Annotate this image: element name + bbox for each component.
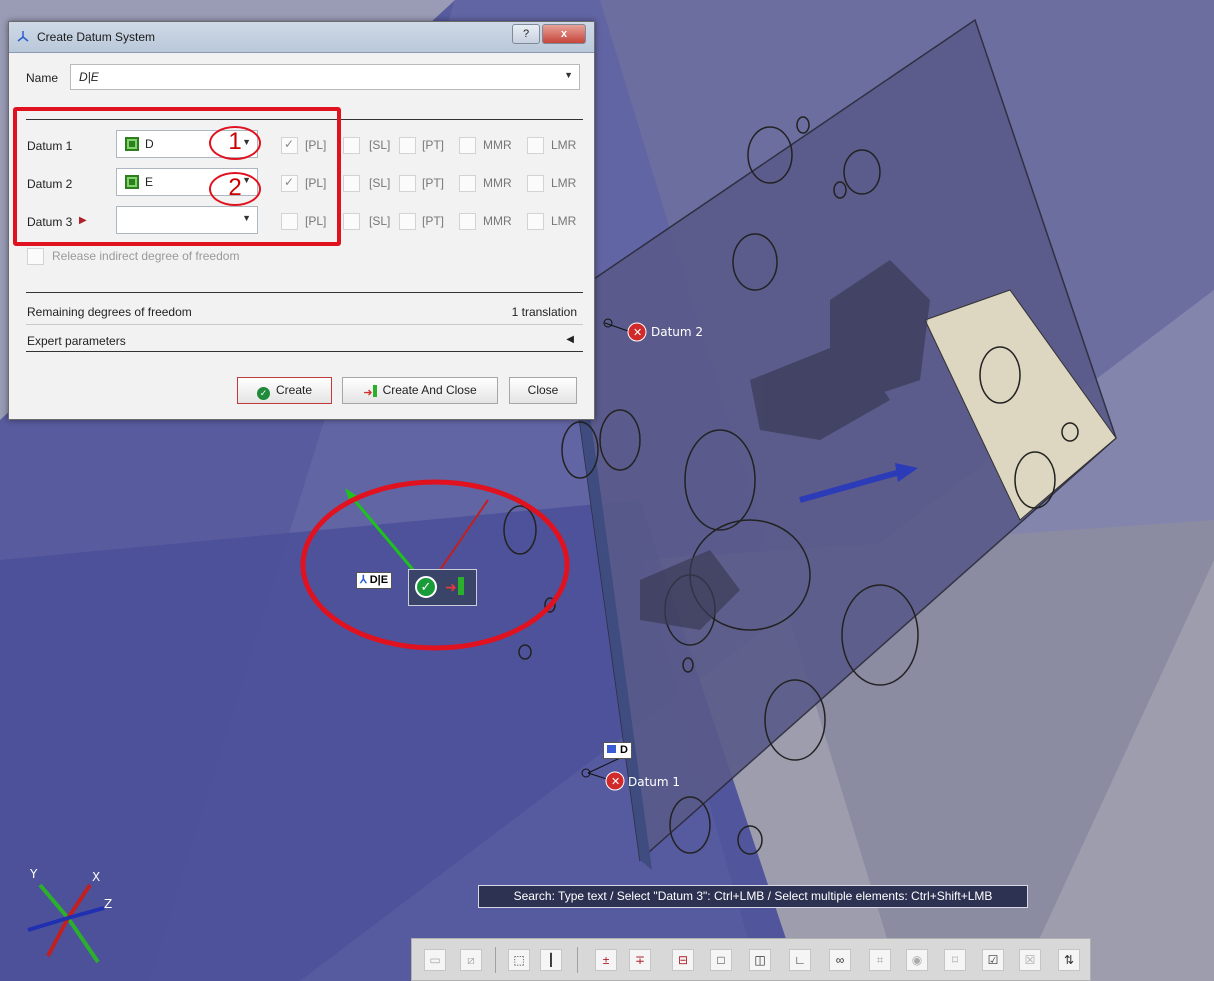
toolbar-separator (495, 947, 496, 973)
datum2-lmr-checkbox[interactable] (527, 175, 544, 192)
box-icon[interactable]: □ (710, 949, 732, 971)
divider (26, 324, 583, 325)
close-button[interactable]: Close (509, 377, 577, 404)
datum1-pt-checkbox[interactable] (399, 137, 416, 154)
datum2-pt-checkbox[interactable] (399, 175, 416, 192)
datum1-sl-checkbox[interactable] (343, 137, 360, 154)
help-button[interactable]: ? (512, 24, 540, 44)
annotation-number-2: 2 (209, 172, 261, 206)
link-icon[interactable]: ∞ (829, 949, 851, 971)
datum1-sl-label: [SL] (369, 138, 391, 152)
x-icon: ✕ (633, 327, 642, 339)
status-tooltip: Search: Type text / Select "Datum 3": Ct… (478, 885, 1028, 908)
axis-x-label: X (92, 870, 100, 884)
datum2-sl-checkbox[interactable] (343, 175, 360, 192)
split-icon[interactable]: ┃ (540, 949, 562, 971)
axis-z-label: Z (104, 897, 112, 911)
datum1-pt-label: [PT] (422, 138, 445, 152)
remaining-dof-value: 1 translation (511, 305, 577, 319)
collapse-arrow-icon[interactable]: ◀ (566, 334, 574, 345)
datum3-lmr-checkbox[interactable] (527, 213, 544, 230)
confirm-check-icon[interactable]: ✓ (415, 576, 437, 598)
frame-icon[interactable]: ▭ (424, 949, 446, 971)
datum3-mmr-label: MMR (483, 214, 512, 228)
close-window-button[interactable]: x (542, 24, 586, 44)
datum2-mmr-checkbox[interactable] (459, 175, 476, 192)
select-icon[interactable]: ⬚ (508, 949, 530, 971)
datum2-pt-label: [PT] (422, 176, 445, 190)
dialog-titlebar[interactable]: Create Datum System ? x (9, 22, 594, 53)
sphere-icon[interactable]: ◉ (906, 949, 928, 971)
chevron-down-icon[interactable]: ▼ (564, 70, 573, 80)
datum3-pt-label: [PT] (422, 214, 445, 228)
datum3-lmr-label: LMR (551, 214, 577, 228)
check-box-icon[interactable]: ☑ (982, 949, 1004, 971)
grid-icon[interactable]: ⌗ (869, 949, 891, 971)
x-icon: ✕ (611, 776, 620, 788)
divider (26, 351, 583, 352)
datum2-mmr-label: MMR (483, 176, 512, 190)
datum1-lmr-label: LMR (551, 138, 577, 152)
bracket-icon[interactable]: ⌑ (944, 949, 966, 971)
datum-d-tag-label: D (620, 744, 628, 756)
create-and-close-button[interactable]: ➜ Create And Close (342, 377, 498, 404)
create-button[interactable]: ✓ Create (237, 377, 332, 404)
check-circle-icon: ✓ (256, 387, 270, 400)
remaining-dof-label: Remaining degrees of freedom (27, 305, 192, 319)
release-dof-checkbox[interactable] (27, 248, 44, 265)
create-button-label: Create (275, 383, 313, 397)
datum3-sl-label: [SL] (369, 214, 391, 228)
datum-rows-highlight-box (13, 107, 341, 246)
datum-system-tag[interactable]: ⅄ D|E (356, 572, 393, 589)
release-dof-label: Release indirect degree of freedom (52, 249, 240, 263)
datum3-mmr-checkbox[interactable] (459, 213, 476, 230)
name-label: Name (26, 71, 59, 85)
datum2-lmr-label: LMR (551, 176, 577, 190)
datum2-sl-label: [SL] (369, 176, 391, 190)
name-value: D|E (79, 70, 99, 84)
x-box-icon[interactable]: ☒ (1019, 949, 1041, 971)
name-combo[interactable]: D|E ▼ (70, 64, 580, 90)
divider (26, 292, 583, 293)
bottom-toolbar: ▭ ⧄ ⬚ ┃ ± ∓ ⊟ □ ◫ ∟ ∞ ⌗ ◉ ⌑ ☑ ☒ ⇅ (411, 938, 1091, 981)
toolbar-separator (577, 947, 578, 973)
exit-icon[interactable]: ➜ (445, 576, 469, 598)
datum-plus-icon[interactable]: ± (595, 949, 617, 971)
datum-system-tag-label: D|E (369, 574, 389, 586)
toggle-icon[interactable]: ⊟ (672, 949, 694, 971)
axis-y-label: Y (29, 867, 38, 881)
frame-box-icon[interactable]: ◫ (749, 949, 771, 971)
expert-parameters-toggle[interactable]: Expert parameters (27, 334, 126, 348)
swap-icon[interactable]: ⇅ (1058, 949, 1080, 971)
datum-d-tag[interactable]: D (603, 742, 632, 759)
datum1-label: Datum 1 (628, 775, 680, 789)
datum-system-icon: ⅄ (360, 574, 367, 586)
create-and-close-label: Create And Close (382, 383, 477, 397)
angle-icon[interactable]: ∟ (789, 949, 811, 971)
datum-actions-box: ✓ ➜ (408, 569, 477, 606)
dialog-title: Create Datum System (37, 30, 156, 44)
datum-system-icon (17, 31, 29, 42)
annotation-number-1: 1 (209, 126, 261, 160)
datum3-sl-checkbox[interactable] (343, 213, 360, 230)
datum1-mmr-label: MMR (483, 138, 512, 152)
datum1-lmr-checkbox[interactable] (527, 137, 544, 154)
datum-cross-icon[interactable]: ∓ (629, 949, 651, 971)
datum1-mmr-checkbox[interactable] (459, 137, 476, 154)
datum2-label: Datum 2 (651, 325, 703, 339)
diagonal-icon[interactable]: ⧄ (460, 949, 482, 971)
exit-icon: ➜ (363, 381, 377, 406)
datum3-pt-checkbox[interactable] (399, 213, 416, 230)
plane-icon (607, 745, 616, 753)
